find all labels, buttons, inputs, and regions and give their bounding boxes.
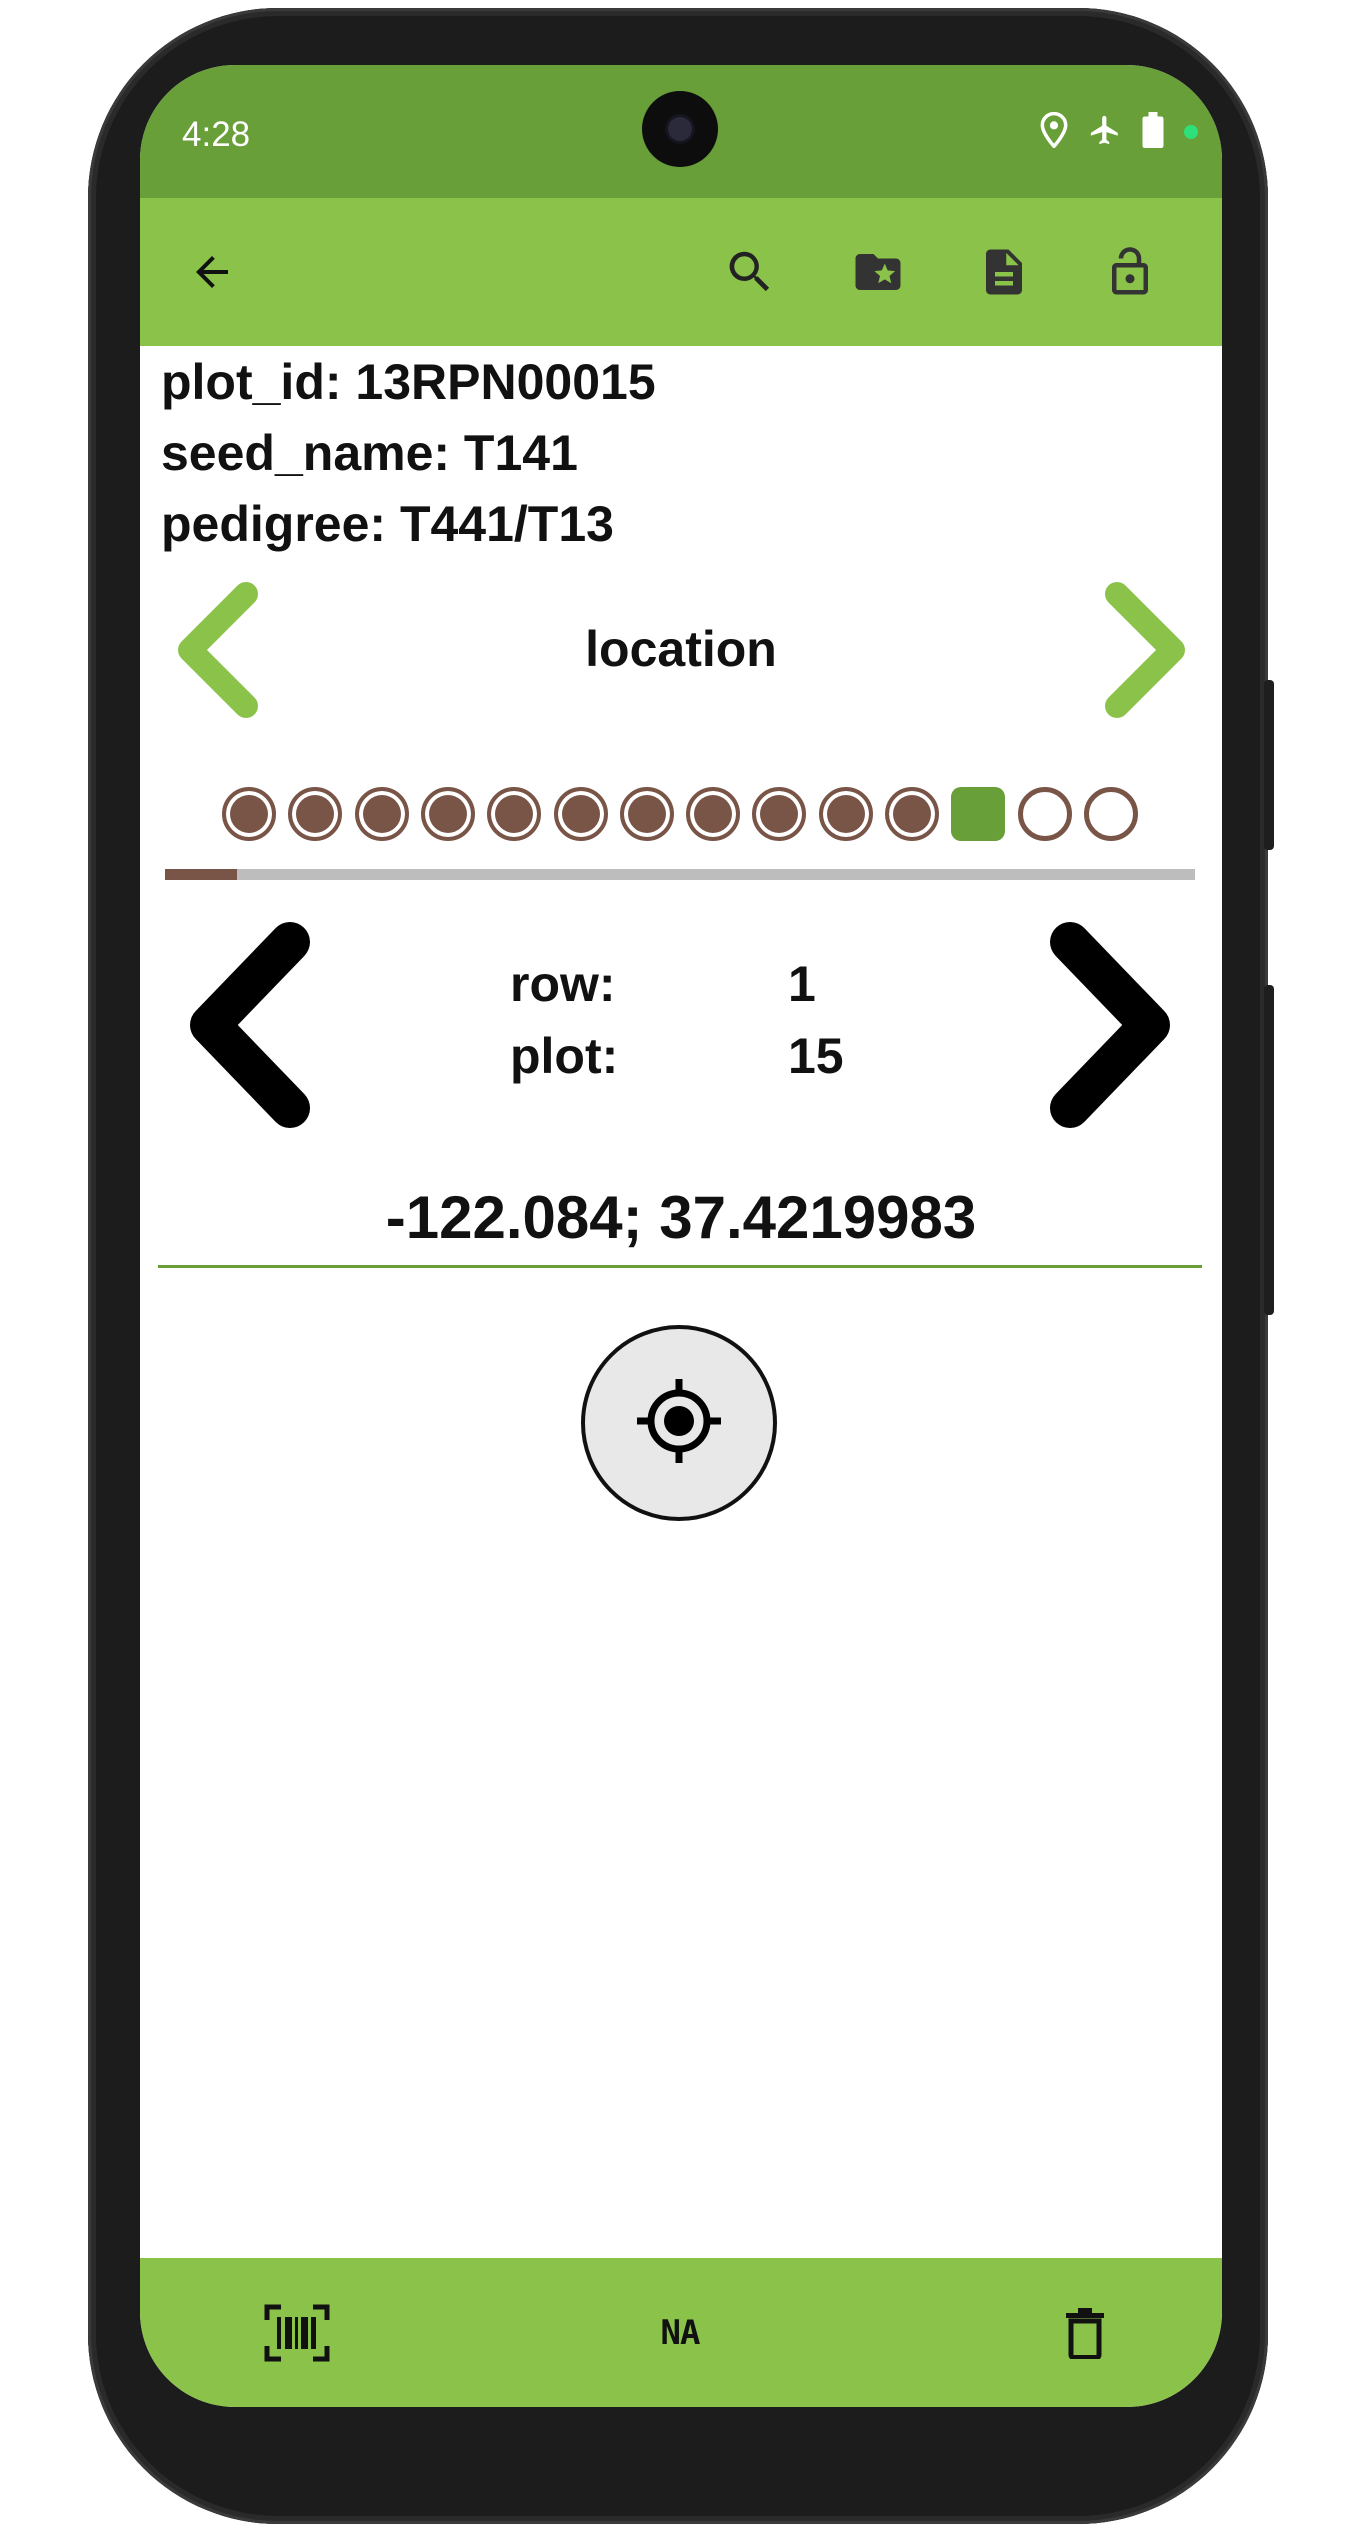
document-icon[interactable]: [974, 242, 1034, 302]
delete-icon[interactable]: [1060, 2302, 1110, 2364]
plot-label: plot:: [510, 1028, 619, 1084]
trait-dot-13[interactable]: [1018, 787, 1072, 841]
plot-progress-bar: [165, 869, 1195, 880]
na-label: NA: [660, 2313, 701, 2353]
trait-dot-5[interactable]: [487, 787, 541, 841]
trait-dot-14[interactable]: [1084, 787, 1138, 841]
next-trait-chevron-icon[interactable]: [1095, 580, 1195, 720]
trait-dot-12[interactable]: [951, 787, 1005, 841]
location-pin-icon: [1040, 111, 1068, 153]
location-value: -122.084; 37.4219983: [385, 1184, 977, 1251]
capture-location-button[interactable]: [581, 1325, 777, 1521]
status-icons: [1040, 109, 1198, 155]
airplane-mode-icon: [1088, 113, 1122, 152]
trait-dot-3[interactable]: [355, 787, 409, 841]
search-icon[interactable]: [720, 242, 780, 302]
gps-crosshair-icon: [633, 1375, 725, 1472]
front-camera: [642, 91, 718, 167]
trait-dot-4[interactable]: [421, 787, 475, 841]
trait-dot-11[interactable]: [885, 787, 939, 841]
back-arrow-icon[interactable]: [182, 242, 242, 302]
status-bar: 4:28: [140, 65, 1222, 198]
trait-dot-2[interactable]: [288, 787, 342, 841]
volume-button: [1264, 985, 1274, 1315]
na-icon[interactable]: NA: [650, 2302, 710, 2364]
top-toolbar: [140, 198, 1222, 346]
trait-dot-7[interactable]: [620, 787, 674, 841]
unlock-icon[interactable]: [1100, 242, 1160, 302]
location-underline: [158, 1265, 1202, 1268]
plot-id-label: plot_id: 13RPN00015: [161, 354, 656, 410]
trait-dot-8[interactable]: [686, 787, 740, 841]
trait-selector: location: [140, 570, 1222, 720]
trait-dot-6[interactable]: [554, 787, 608, 841]
previous-plot-chevron-icon[interactable]: [180, 920, 320, 1130]
barcode-scan-icon[interactable]: [262, 2302, 332, 2364]
trait-dot-1[interactable]: [222, 787, 276, 841]
battery-icon: [1142, 111, 1164, 153]
privacy-indicator-dot: [1184, 125, 1198, 139]
power-button: [1264, 680, 1274, 850]
app-screen: 4:28 plot_id: 13RPN00015 seed_name: T141…: [140, 65, 1222, 2407]
seed-name-label: seed_name: T141: [161, 425, 578, 481]
trait-name[interactable]: location: [140, 620, 1222, 678]
row-label: row:: [510, 956, 616, 1012]
plot-value: 15: [788, 1028, 844, 1084]
bottom-toolbar: NA: [140, 2258, 1222, 2407]
next-plot-chevron-icon[interactable]: [1040, 920, 1180, 1130]
plot-progress-fill: [165, 869, 238, 880]
folder-star-icon[interactable]: [848, 242, 908, 302]
trait-dot-9[interactable]: [752, 787, 806, 841]
status-time: 4:28: [182, 115, 251, 154]
trait-dot-10[interactable]: [819, 787, 873, 841]
row-value: 1: [788, 956, 816, 1012]
pedigree-label: pedigree: T441/T13: [161, 496, 614, 552]
